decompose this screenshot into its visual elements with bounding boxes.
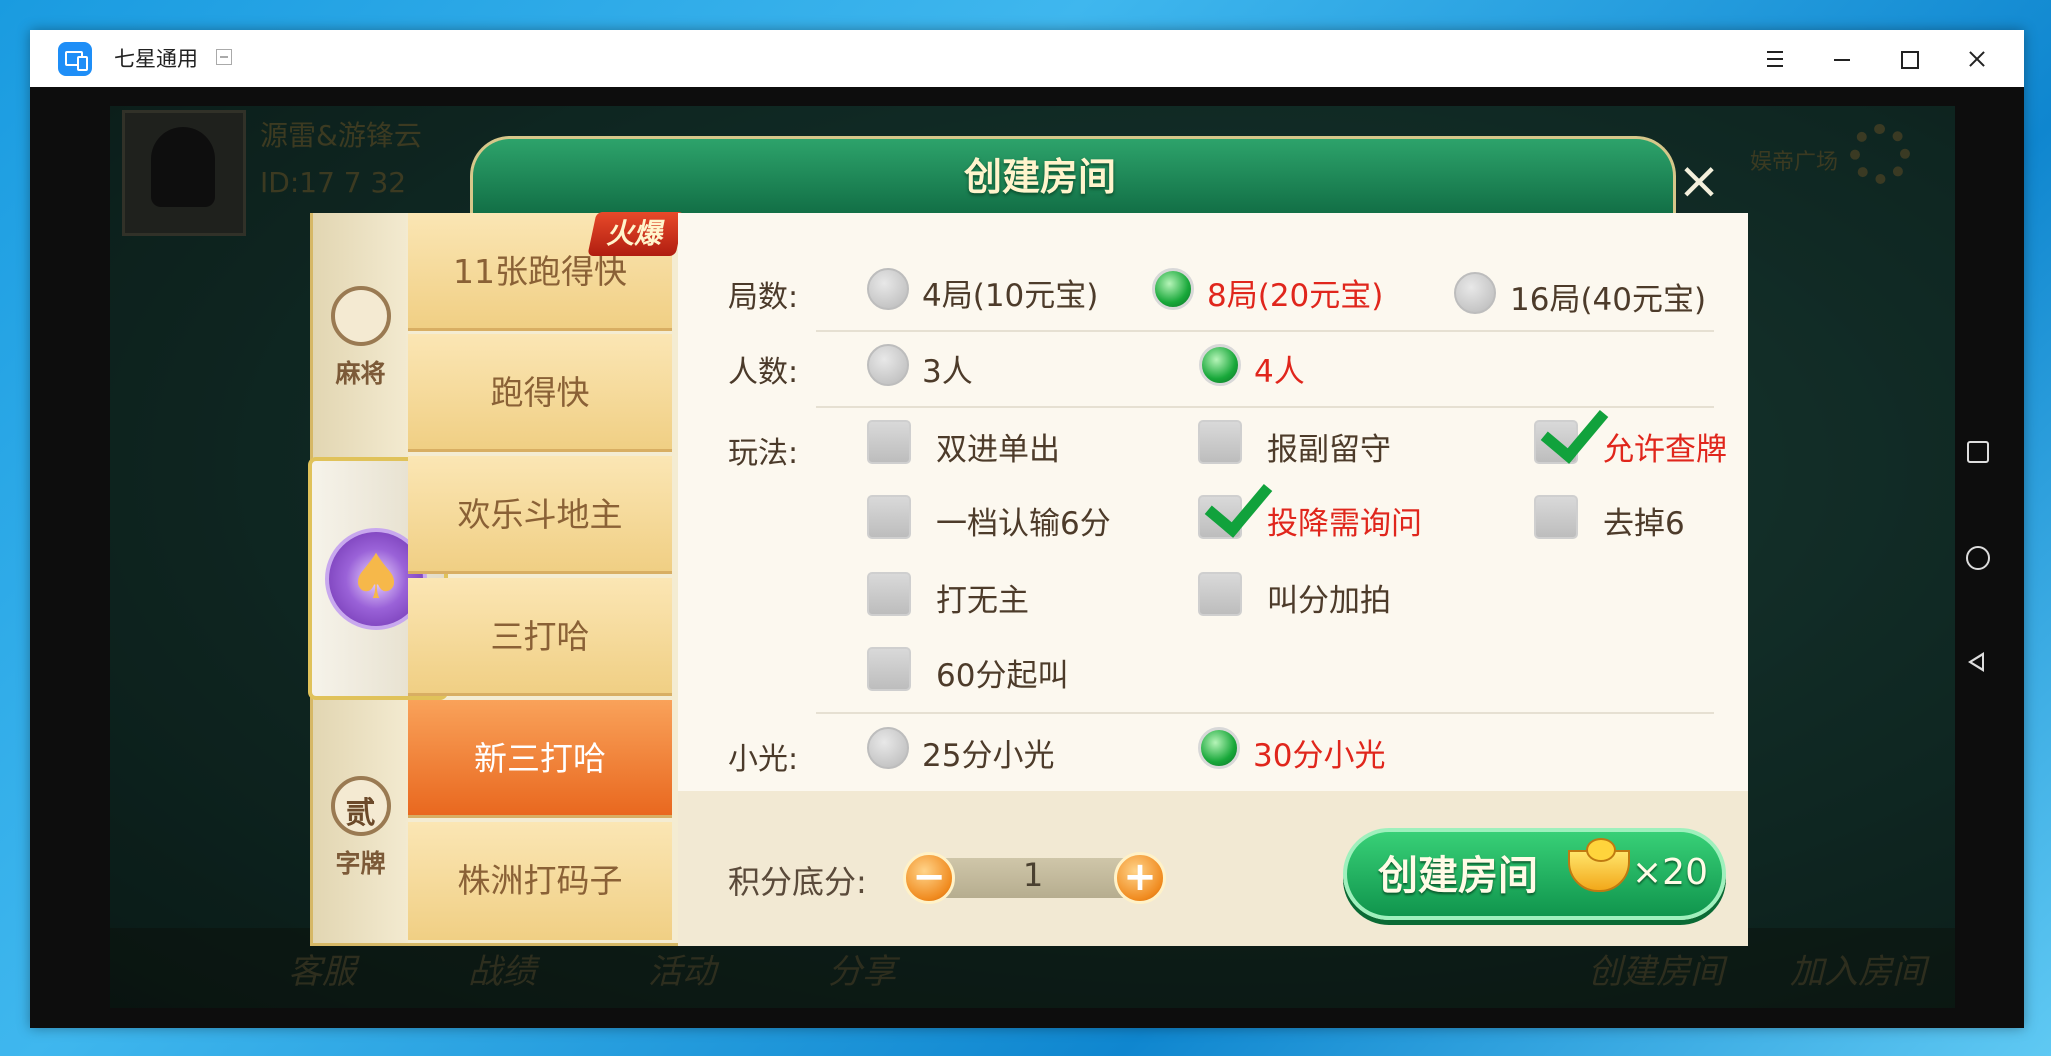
- window-title: 七星通用: [114, 47, 198, 71]
- rule-checkbox[interactable]: [867, 420, 911, 464]
- close-dialog-button[interactable]: ×: [1674, 155, 1724, 207]
- app-icon: [58, 42, 92, 76]
- maximize-icon[interactable]: [1890, 40, 1928, 78]
- create-room-cost: ×20: [1632, 852, 1708, 893]
- close-window-icon[interactable]: [1957, 40, 1995, 78]
- minimize-icon[interactable]: [1823, 40, 1861, 78]
- players-radio-3[interactable]: [867, 344, 909, 386]
- rules-label: 玩法:: [728, 436, 799, 471]
- rule-checkbox[interactable]: [867, 572, 911, 616]
- rule-checkbox[interactable]: [1198, 420, 1242, 464]
- rule-checkbox[interactable]: [1198, 572, 1242, 616]
- rule-option[interactable]: 60分起叫: [936, 650, 1068, 695]
- rounds-option-selected[interactable]: 8局(20元宝): [1207, 270, 1383, 315]
- back-icon[interactable]: [1968, 652, 1984, 672]
- menu-icon[interactable]: [1756, 40, 1794, 78]
- rule-option[interactable]: 去掉6: [1603, 498, 1685, 543]
- game-item[interactable]: 跑得快: [408, 334, 672, 452]
- home-icon[interactable]: [1966, 546, 1990, 570]
- xiaoguang-radio-25[interactable]: [867, 727, 909, 769]
- rule-option[interactable]: 双进单出: [936, 424, 1060, 469]
- category-mahjong-label: 麻将: [335, 359, 386, 388]
- zipai-emblem-icon: 贰: [330, 776, 391, 836]
- minus-button[interactable]: −: [903, 852, 955, 904]
- hot-badge: 火爆: [587, 212, 685, 256]
- base-score-value: 1: [1022, 856, 1044, 894]
- base-score-label: 积分底分:: [728, 863, 867, 901]
- plus-button[interactable]: +: [1114, 852, 1166, 904]
- dialog-title: 创建房间: [963, 155, 1116, 199]
- rule-checkbox[interactable]: [867, 647, 911, 691]
- category-zipai-label: 字牌: [335, 849, 386, 878]
- mahjong-emblem-icon: [330, 286, 391, 346]
- xiaoguang-option-selected[interactable]: 30分小光: [1253, 730, 1385, 775]
- xiaoguang-radio-30[interactable]: [1198, 727, 1240, 769]
- rule-option-checked[interactable]: 投降需询问: [1267, 498, 1422, 543]
- rounds-radio-16[interactable]: [1454, 272, 1496, 314]
- players-label: 人数:: [728, 355, 799, 390]
- players-option[interactable]: 3人: [922, 346, 973, 391]
- game-item[interactable]: 欢乐斗地主: [408, 456, 672, 574]
- players-radio-4[interactable]: [1199, 344, 1241, 386]
- xiaoguang-option[interactable]: 25分小光: [922, 730, 1054, 775]
- xiaoguang-label: 小光:: [728, 742, 799, 777]
- recent-apps-icon[interactable]: [1967, 441, 1989, 463]
- rule-option[interactable]: 叫分加拍: [1267, 575, 1391, 620]
- create-room-label: 创建房间: [1378, 853, 1538, 899]
- rule-option[interactable]: 打无主: [936, 575, 1029, 620]
- rule-option[interactable]: 报副留守: [1267, 424, 1391, 469]
- rule-checkbox[interactable]: [1534, 495, 1578, 539]
- players-option-selected[interactable]: 4人: [1254, 346, 1305, 391]
- category-zipai[interactable]: 贰 字牌: [313, 776, 408, 880]
- category-mahjong[interactable]: 麻将: [313, 286, 408, 390]
- rule-option[interactable]: 一档认输6分: [936, 498, 1111, 543]
- divider: [816, 712, 1714, 714]
- game-item[interactable]: 三打哈: [408, 578, 672, 696]
- game-item[interactable]: 株洲打码子: [408, 822, 672, 940]
- rounds-label: 局数:: [728, 280, 799, 315]
- title-bar: 七星通用: [30, 30, 2024, 87]
- rounds-option[interactable]: 4局(10元宝): [922, 270, 1098, 315]
- rule-checkbox[interactable]: [867, 495, 911, 539]
- game-item-active[interactable]: 新三打哈: [408, 700, 672, 818]
- pin-icon[interactable]: [216, 49, 232, 65]
- divider: [816, 330, 1714, 332]
- rounds-radio-8[interactable]: [1152, 268, 1194, 310]
- rounds-radio-4[interactable]: [867, 268, 909, 310]
- rounds-option[interactable]: 16局(40元宝): [1510, 274, 1706, 319]
- rule-option-checked[interactable]: 允许查牌: [1603, 424, 1727, 469]
